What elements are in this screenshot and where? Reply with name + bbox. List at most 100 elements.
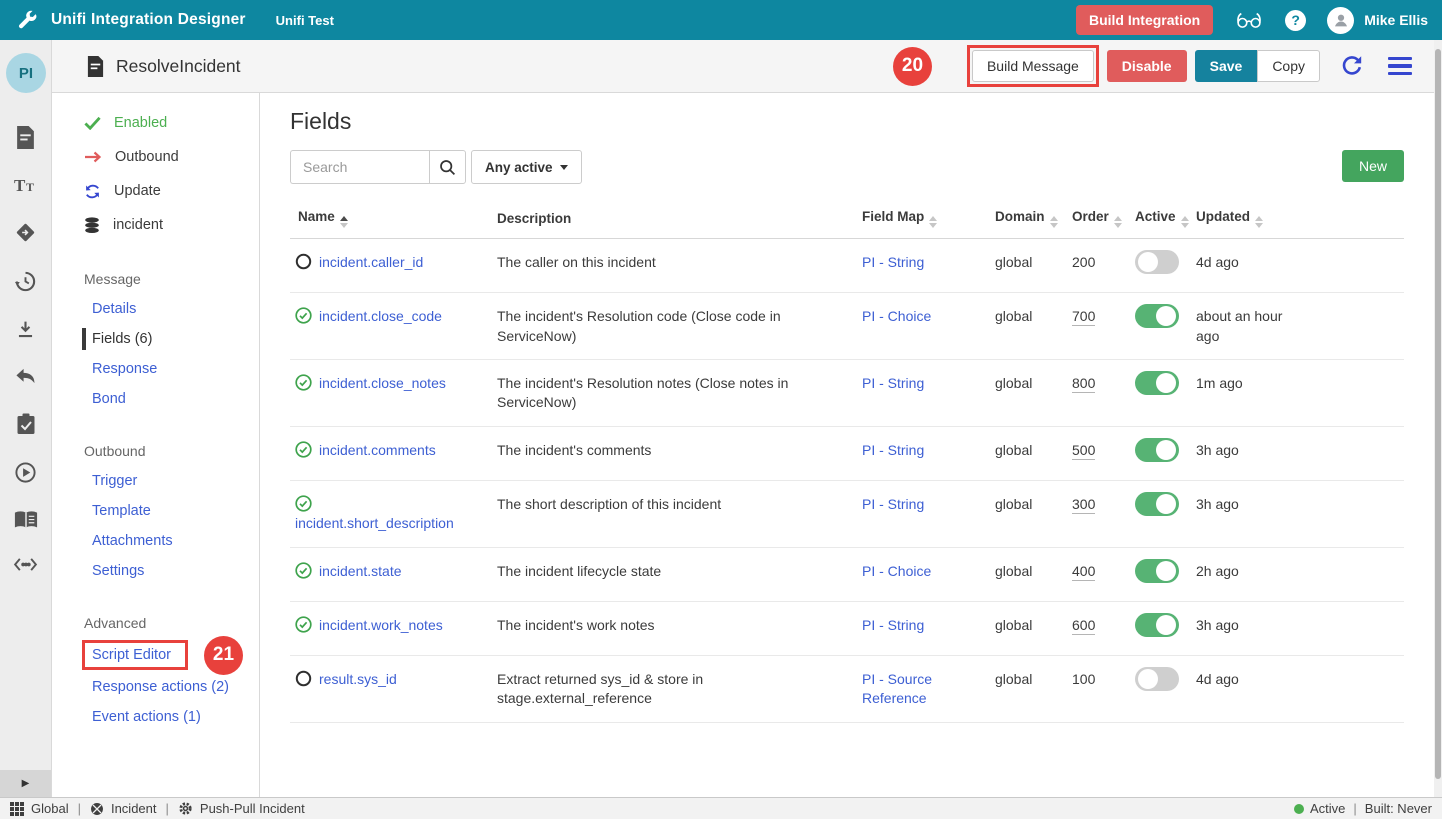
strip-diamond-arrow-icon[interactable]	[14, 221, 37, 244]
order-value[interactable]: 700	[1072, 308, 1095, 326]
scrollbar-thumb[interactable]	[1435, 49, 1441, 779]
column-header-name[interactable]: Name	[290, 199, 487, 239]
column-header-description: Description	[487, 199, 852, 239]
environment-name[interactable]: Unifi Test	[276, 13, 334, 28]
active-toggle[interactable]	[1135, 492, 1179, 516]
statusbar-item-push-pull-incident[interactable]: Push-Pull Incident	[200, 801, 305, 816]
strip-text-format-icon[interactable]: TT	[14, 175, 38, 195]
expand-sidebar-button[interactable]: ▶	[0, 770, 51, 797]
active-toggle[interactable]	[1135, 667, 1179, 691]
table-row: incident.close_notesThe incident's Resol…	[290, 359, 1404, 426]
sidebar-item-settings[interactable]: Settings	[84, 556, 259, 586]
sidebar-item-label[interactable]: Template	[92, 503, 151, 519]
integration-avatar[interactable]: PI	[6, 53, 46, 93]
cell-order: 400	[1062, 547, 1125, 601]
field-name-link[interactable]: incident.caller_id	[319, 254, 423, 270]
order-value[interactable]: 600	[1072, 617, 1095, 635]
menu-icon[interactable]	[1388, 57, 1412, 76]
sidebar-item-template[interactable]: Template	[84, 496, 259, 526]
sidebar-item-label[interactable]: Details	[92, 301, 136, 317]
field-map-link[interactable]: PI - String	[862, 442, 924, 458]
user-avatar[interactable]	[1327, 7, 1354, 34]
order-value[interactable]: 300	[1072, 496, 1095, 514]
statusbar-item-global[interactable]: Global	[31, 801, 69, 816]
active-status-dot	[1294, 804, 1304, 814]
strip-download-icon[interactable]	[15, 319, 36, 340]
field-name-link[interactable]: incident.short_description	[295, 515, 454, 531]
search-icon	[438, 158, 457, 177]
build-integration-button[interactable]: Build Integration	[1076, 5, 1213, 35]
column-header-field-map[interactable]: Field Map	[852, 199, 985, 239]
copy-button[interactable]: Copy	[1257, 50, 1320, 82]
cell-field-map: PI - Choice	[852, 547, 985, 601]
field-name-link[interactable]: incident.comments	[319, 442, 436, 458]
strip-tasks-icon[interactable]	[16, 413, 36, 435]
preview-glasses-icon[interactable]	[1234, 10, 1264, 30]
column-header-updated[interactable]: Updated	[1186, 199, 1404, 239]
sort-carets-icon	[1050, 216, 1058, 228]
sidebar-item-details[interactable]: Details	[84, 294, 259, 324]
sidebar-item-label[interactable]: Trigger	[92, 473, 137, 489]
strip-file-icon[interactable]	[15, 126, 36, 149]
sidebar-item-label[interactable]: Response	[92, 361, 157, 377]
field-name-link[interactable]: incident.work_notes	[319, 617, 443, 633]
active-toggle[interactable]	[1135, 304, 1179, 328]
active-toggle[interactable]	[1135, 613, 1179, 637]
sidebar-item-response-actions-2[interactable]: Response actions (2)	[84, 672, 259, 702]
user-name[interactable]: Mike Ellis	[1364, 12, 1428, 28]
new-field-button[interactable]: New	[1342, 150, 1404, 182]
sidebar-item-label[interactable]: Event actions (1)	[92, 709, 201, 725]
save-button[interactable]: Save	[1195, 50, 1258, 82]
field-name-link[interactable]: result.sys_id	[319, 671, 397, 687]
sidebar-item-bond[interactable]: Bond	[84, 384, 259, 414]
integration-status-update: Update	[84, 174, 259, 208]
cell-name: incident.comments	[290, 426, 487, 480]
refresh-icon[interactable]	[1340, 54, 1364, 78]
sidebar-item-label[interactable]: Script Editor	[92, 647, 171, 663]
field-map-link[interactable]: PI - String	[862, 617, 924, 633]
field-map-link[interactable]: PI - Choice	[862, 308, 931, 324]
strip-history-icon[interactable]	[14, 270, 37, 293]
active-toggle[interactable]	[1135, 559, 1179, 583]
order-value[interactable]: 500	[1072, 442, 1095, 460]
column-header-label: Order	[1072, 209, 1109, 224]
field-map-link[interactable]: PI - Choice	[862, 563, 931, 579]
order-value[interactable]: 800	[1072, 375, 1095, 393]
sidebar-item-label[interactable]: Attachments	[92, 533, 173, 549]
cell-description: Extract returned sys_id & store in stage…	[487, 656, 852, 723]
sidebar-item-response[interactable]: Response	[84, 354, 259, 384]
field-map-link[interactable]: PI - String	[862, 375, 924, 391]
disable-button[interactable]: Disable	[1107, 50, 1187, 82]
field-name-link[interactable]: incident.close_notes	[319, 375, 446, 391]
field-map-link[interactable]: PI - Source Reference	[862, 671, 932, 706]
column-header-domain[interactable]: Domain	[985, 199, 1062, 239]
sidebar-item-event-actions-1[interactable]: Event actions (1)	[84, 702, 259, 732]
strip-docs-icon[interactable]	[14, 510, 38, 530]
search-button[interactable]	[429, 150, 466, 184]
active-toggle[interactable]	[1135, 250, 1179, 274]
sidebar-item-label[interactable]: Response actions (2)	[92, 679, 229, 695]
field-name-link[interactable]: incident.close_code	[319, 308, 442, 324]
active-filter-dropdown[interactable]: Any active	[471, 150, 582, 184]
sidebar-item-script-editor[interactable]: Script Editor21	[84, 638, 259, 672]
strip-code-icon[interactable]	[13, 556, 38, 573]
build-message-button[interactable]: Build Message	[972, 50, 1094, 82]
sidebar-item-attachments[interactable]: Attachments	[84, 526, 259, 556]
column-header-active[interactable]: Active	[1125, 199, 1186, 239]
sidebar-item-label[interactable]: Bond	[92, 391, 126, 407]
order-value[interactable]: 400	[1072, 563, 1095, 581]
active-toggle[interactable]	[1135, 371, 1179, 395]
field-name-link[interactable]: incident.state	[319, 563, 402, 579]
search-input[interactable]	[290, 150, 429, 184]
strip-reply-icon[interactable]	[14, 366, 37, 387]
field-map-link[interactable]: PI - String	[862, 496, 924, 512]
field-map-link[interactable]: PI - String	[862, 254, 924, 270]
cell-field-map: PI - Choice	[852, 293, 985, 360]
sidebar-item-label[interactable]: Settings	[92, 563, 144, 579]
statusbar-item-incident[interactable]: Incident	[111, 801, 157, 816]
help-icon[interactable]: ?	[1285, 10, 1306, 31]
strip-play-icon[interactable]	[14, 461, 37, 484]
active-toggle[interactable]	[1135, 438, 1179, 462]
sidebar-item-trigger[interactable]: Trigger	[84, 466, 259, 496]
column-header-order[interactable]: Order	[1062, 199, 1125, 239]
